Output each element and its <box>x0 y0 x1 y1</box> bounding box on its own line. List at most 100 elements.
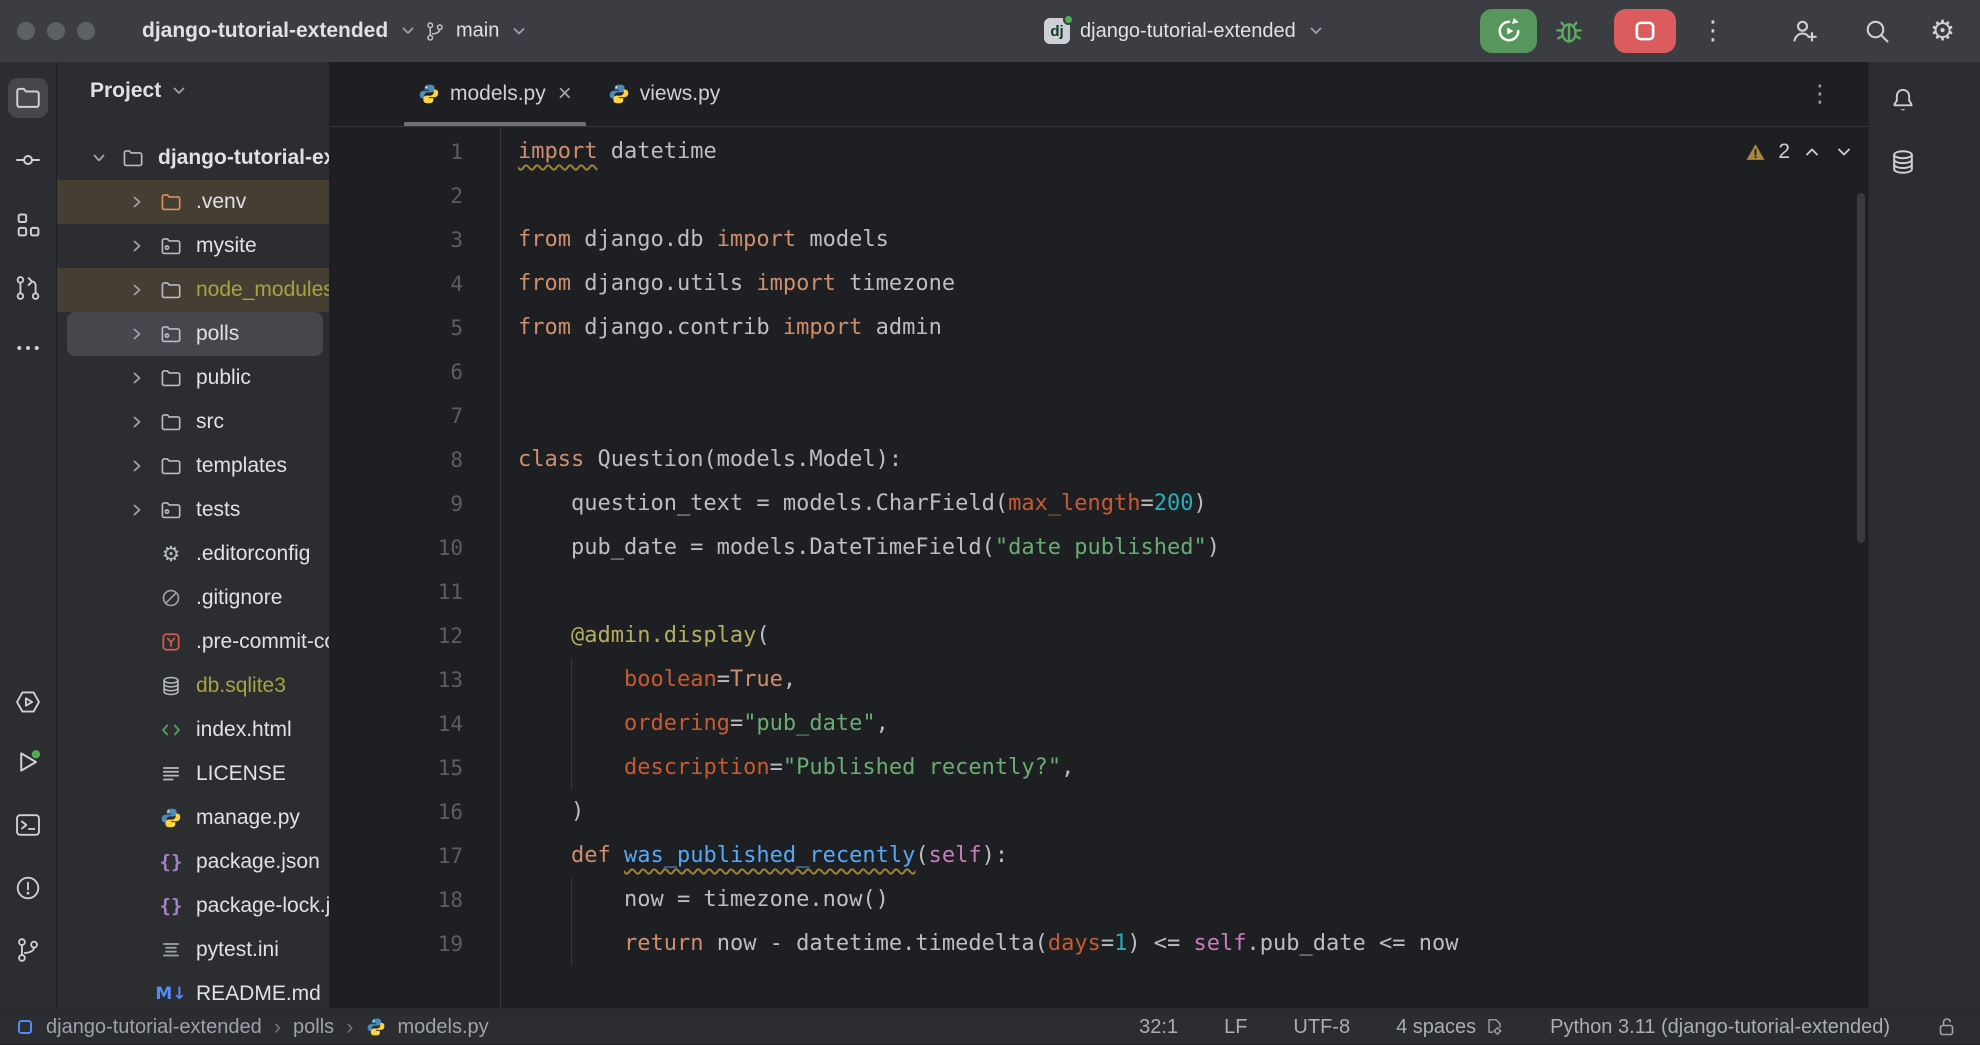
debug-button[interactable] <box>1552 14 1586 48</box>
breadcrumb-file[interactable]: models.py <box>398 1016 489 1039</box>
search-everywhere-button[interactable] <box>1862 16 1892 46</box>
tab-views-py[interactable]: views.py <box>590 62 739 126</box>
tree-item-license[interactable]: LICENSE <box>57 752 329 796</box>
line-number[interactable]: 11 <box>330 570 467 614</box>
code-line[interactable]: pub_date = models.DateTimeField("date pu… <box>518 526 1848 570</box>
chevron-collapsed-icon[interactable] <box>126 279 148 301</box>
tree-item-polls[interactable]: polls <box>67 312 323 356</box>
line-number[interactable]: 8 <box>330 438 467 482</box>
line-number[interactable]: 13 <box>330 658 467 702</box>
branch-widget[interactable]: main <box>424 20 529 43</box>
line-number[interactable]: 16 <box>330 790 467 834</box>
pull-requests-tool-button[interactable] <box>8 268 48 308</box>
tree-item-pytest-ini[interactable]: pytest.ini <box>57 928 329 972</box>
line-number[interactable]: 17 <box>330 834 467 878</box>
inspections-widget[interactable]: 2 <box>1745 140 1854 164</box>
code-line[interactable]: now = timezone.now() <box>518 878 1848 922</box>
code-line[interactable]: from django.db import models <box>518 218 1848 262</box>
python-console-tool-button[interactable] <box>8 682 48 722</box>
tree-item-package-json[interactable]: {}package.json <box>57 840 329 884</box>
tab-models-py[interactable]: models.py× <box>400 62 590 126</box>
tree-item-node-modules-li[interactable]: node_modules li <box>57 268 329 312</box>
tree-item-public[interactable]: public <box>57 356 329 400</box>
project-widget[interactable]: django-tutorial-extended <box>142 19 418 43</box>
code-line[interactable]: boolean=True, <box>518 658 1848 702</box>
unlocked-padlock-icon[interactable] <box>1936 1016 1958 1038</box>
line-number[interactable]: 4 <box>330 262 467 306</box>
code-line[interactable] <box>518 394 1848 438</box>
more-tool-button[interactable] <box>8 328 48 368</box>
breadcrumb-project[interactable]: django-tutorial-extended <box>46 1016 262 1039</box>
line-number[interactable]: 7 <box>330 394 467 438</box>
chevron-collapsed-icon[interactable] <box>126 235 148 257</box>
run-configuration-widget[interactable]: dj django-tutorial-extended <box>1044 18 1326 44</box>
structure-tool-button[interactable] <box>8 205 48 245</box>
code-line[interactable]: question_text = models.CharField(max_len… <box>518 482 1848 526</box>
code-editor[interactable]: 12345678910111213141516171819 import dat… <box>330 128 1868 1008</box>
caret-position[interactable]: 32:1 <box>1139 1016 1178 1039</box>
code-line[interactable]: def was_published_recently(self): <box>518 834 1848 878</box>
code-line[interactable]: ordering="pub_date", <box>518 702 1848 746</box>
line-number[interactable]: 18 <box>330 878 467 922</box>
project-tool-button[interactable] <box>8 78 48 118</box>
project-panel-header[interactable]: Project <box>57 62 329 120</box>
line-number[interactable]: 14 <box>330 702 467 746</box>
more-actions-button[interactable]: ⋮ <box>1700 18 1726 44</box>
settings-button[interactable]: ⚙ <box>1930 17 1955 45</box>
tree-item-django-tutorial-ex[interactable]: django-tutorial-ex <box>57 136 329 180</box>
code-line[interactable] <box>518 174 1848 218</box>
indent-widget[interactable]: 4 spaces <box>1396 1016 1504 1039</box>
code-line[interactable]: ) <box>518 790 1848 834</box>
code-line[interactable]: import datetime <box>518 130 1848 174</box>
line-number-gutter[interactable]: 12345678910111213141516171819 <box>330 130 467 966</box>
rerun-button[interactable] <box>1480 9 1537 53</box>
tree-item-package-lock-jso[interactable]: {}package-lock.jso <box>57 884 329 928</box>
stop-button[interactable] <box>1614 9 1676 53</box>
code-with-me-button[interactable] <box>1790 16 1820 46</box>
code-line[interactable]: description="Published recently?", <box>518 746 1848 790</box>
chevron-expanded-icon[interactable] <box>88 147 110 169</box>
tree-item--pre-commit-con[interactable]: .pre-commit-con <box>57 620 329 664</box>
python-interpreter[interactable]: Python 3.11 (django-tutorial-extended) <box>1550 1016 1890 1039</box>
line-number[interactable]: 9 <box>330 482 467 526</box>
line-number[interactable]: 2 <box>330 174 467 218</box>
code-line[interactable] <box>518 570 1848 614</box>
tab-options-button[interactable]: ⋮ <box>1808 82 1832 107</box>
code-line[interactable]: from django.utils import timezone <box>518 262 1848 306</box>
file-encoding[interactable]: UTF-8 <box>1293 1016 1350 1039</box>
code-line[interactable]: return now - datetime.timedelta(days=1) … <box>518 922 1848 966</box>
window-zoom-button[interactable] <box>77 22 95 40</box>
line-number[interactable]: 6 <box>330 350 467 394</box>
code-line[interactable]: from django.contrib import admin <box>518 306 1848 350</box>
breadcrumb-package[interactable]: polls <box>293 1016 334 1039</box>
tree-item-tests[interactable]: tests <box>57 488 329 532</box>
line-number[interactable]: 5 <box>330 306 467 350</box>
terminal-tool-button[interactable] <box>8 805 48 845</box>
chevron-collapsed-icon[interactable] <box>126 323 148 345</box>
close-tab-icon[interactable]: × <box>558 82 572 106</box>
line-number[interactable]: 10 <box>330 526 467 570</box>
tree-item-index-html[interactable]: index.html <box>57 708 329 752</box>
code-line[interactable] <box>518 350 1848 394</box>
line-number[interactable]: 12 <box>330 614 467 658</box>
line-number[interactable]: 1 <box>330 130 467 174</box>
notifications-tool-button[interactable] <box>1883 80 1923 120</box>
chevron-collapsed-icon[interactable] <box>126 191 148 213</box>
tree-item-templates[interactable]: templates <box>57 444 329 488</box>
services-tool-button[interactable] <box>8 742 48 782</box>
line-number[interactable]: 19 <box>330 922 467 966</box>
problems-tool-button[interactable] <box>8 868 48 908</box>
tree-item--gitignore[interactable]: .gitignore <box>57 576 329 620</box>
editor-scrollbar[interactable] <box>1857 193 1865 543</box>
tree-item-readme-md[interactable]: M↓README.md <box>57 972 329 1008</box>
tree-item--editorconfig[interactable]: ⚙.editorconfig <box>57 532 329 576</box>
line-number[interactable]: 15 <box>330 746 467 790</box>
commit-tool-button[interactable] <box>8 140 48 180</box>
next-warning-button[interactable] <box>1834 142 1854 162</box>
chevron-collapsed-icon[interactable] <box>126 455 148 477</box>
code-line[interactable]: class Question(models.Model): <box>518 438 1848 482</box>
code-content[interactable]: import datetime from django.db import mod… <box>518 130 1848 966</box>
tree-item-db-sqlite3[interactable]: db.sqlite3 <box>57 664 329 708</box>
window-minimize-button[interactable] <box>47 22 65 40</box>
database-tool-button[interactable] <box>1883 142 1923 182</box>
